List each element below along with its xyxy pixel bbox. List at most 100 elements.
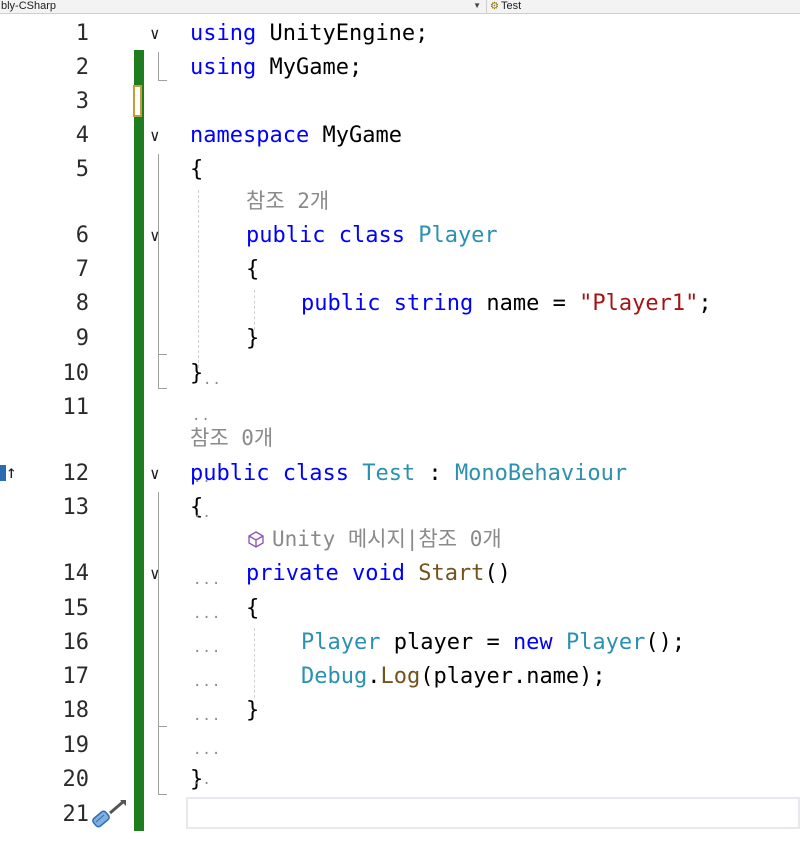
line-number: 14	[62, 561, 90, 586]
fold-guide	[158, 354, 167, 355]
code-text: ();	[645, 630, 686, 655]
code-line-8[interactable]: public string name = "Player1";	[301, 287, 712, 321]
line-number: 4	[75, 123, 89, 148]
code-text: MyGame;	[256, 55, 363, 80]
code-line-7[interactable]: {	[246, 253, 259, 287]
collapsed-ellipsis: ...	[193, 606, 222, 622]
keyword: namespace	[190, 123, 310, 148]
code-text: player =	[380, 630, 513, 655]
fold-chevron-icon[interactable]: ∨	[150, 457, 160, 491]
collapsed-ellipsis: ..	[193, 772, 212, 788]
override-marker-icon[interactable]: ↑	[0, 462, 17, 483]
keyword: public class	[190, 461, 349, 486]
indent-guide	[254, 628, 255, 698]
fold-guide	[158, 492, 159, 794]
unsaved-change-marker	[133, 85, 142, 117]
code-text: MyGame	[309, 123, 402, 148]
fold-chevron-icon[interactable]: ∨	[150, 119, 160, 153]
type-name: Test	[362, 461, 416, 486]
line-number: 6	[75, 223, 89, 248]
line-number: 1	[75, 21, 89, 46]
code-line-6[interactable]: public class Player	[246, 219, 498, 253]
line-number: 16	[62, 630, 90, 655]
code-line-9[interactable]: }	[246, 322, 259, 356]
collapsed-ellipsis: ..	[203, 372, 222, 388]
line-number: 12	[62, 461, 90, 486]
type-name: MonoBehaviour	[454, 461, 628, 486]
line-number: 19	[62, 733, 90, 758]
fold-guide	[158, 52, 159, 80]
project-dropdown[interactable]: bly-CSharp ▼	[0, 0, 484, 13]
code-text: .	[367, 664, 381, 689]
line-number: 13	[62, 495, 90, 520]
collapsed-ellipsis: ...	[193, 742, 222, 758]
keyword: using	[190, 21, 257, 46]
member-dropdown[interactable]: ⚙ Test	[490, 0, 521, 13]
codelens-references[interactable]: Unity 메시지|참조 0개	[272, 524, 502, 554]
member-dropdown-label: Test	[500, 0, 522, 12]
line-number: 17	[62, 664, 90, 689]
keyword: private void	[246, 561, 405, 586]
line-number: 20	[62, 767, 90, 792]
fold-guide	[158, 726, 167, 727]
dropdown-divider	[486, 0, 487, 13]
keyword: public string	[301, 291, 474, 316]
code-line-17[interactable]: Debug.Log(player.name);	[301, 660, 606, 694]
fold-guide	[158, 154, 159, 388]
fold-guide	[158, 80, 167, 81]
keyword: new	[512, 630, 553, 655]
indent-guide	[198, 190, 199, 368]
code-line-18[interactable]: }	[246, 694, 259, 728]
collapsed-ellipsis: ..	[192, 408, 211, 424]
code-line-2[interactable]: using MyGame;	[190, 51, 362, 85]
line-number: 15	[62, 596, 90, 621]
project-dropdown-label: bly-CSharp	[1, 0, 57, 12]
method-name: Start	[418, 561, 485, 586]
code-line-14[interactable]: private void Start()	[246, 557, 511, 591]
quick-actions-brush-icon[interactable]	[90, 798, 128, 832]
code-line-16[interactable]: Player player = new Player();	[301, 626, 685, 660]
type-name: Player	[565, 630, 646, 655]
unity-cube-icon	[248, 531, 264, 548]
code-line-12[interactable]: public class Test : MonoBehaviour	[190, 457, 627, 491]
code-line-5[interactable]: {	[190, 153, 203, 187]
keyword: public class	[246, 223, 405, 248]
line-number: 9	[75, 326, 89, 351]
collapsed-ellipsis: ...	[193, 708, 222, 724]
code-text: (player.name);	[420, 664, 606, 689]
fold-guide	[158, 794, 167, 795]
collapsed-ellipsis: ..	[193, 505, 212, 521]
class-icon: ⚙	[490, 1, 499, 12]
line-number: 7	[75, 257, 89, 282]
type-name: Player	[301, 630, 381, 655]
keyword: using	[190, 55, 257, 80]
collapsed-ellipsis: ..	[193, 470, 212, 486]
line-number: 5	[75, 157, 89, 182]
line-number: 8	[75, 291, 89, 316]
codelens-references[interactable]: 참조 0개	[190, 423, 273, 453]
change-tracking-bar	[134, 50, 144, 831]
code-line-10[interactable]: }	[190, 357, 203, 391]
collapsed-ellipsis: ...	[193, 674, 222, 690]
code-text: UnityEngine;	[256, 21, 429, 46]
codelens-references[interactable]: 참조 2개	[246, 186, 329, 216]
code-text: :	[415, 461, 455, 486]
type-name: Player	[418, 223, 498, 248]
current-line-highlight[interactable]	[186, 797, 800, 829]
fold-guide	[158, 388, 167, 389]
collapsed-ellipsis: ...	[193, 572, 222, 588]
code-line-4[interactable]: namespace MyGame	[190, 119, 402, 153]
line-number: 3	[75, 89, 89, 114]
type-name: Debug	[301, 664, 368, 689]
line-number: 11	[62, 395, 90, 420]
code-text: ()	[484, 561, 511, 586]
code-text: ;	[698, 291, 712, 316]
line-number: 2	[75, 55, 89, 80]
navigation-bar: bly-CSharp ▼ ⚙ Test	[0, 0, 800, 14]
fold-chevron-icon[interactable]: ∨	[150, 17, 160, 51]
line-number: 21	[62, 802, 90, 827]
code-line-1[interactable]: using UnityEngine;	[190, 17, 428, 51]
method-name: Log	[380, 664, 421, 689]
code-line-15[interactable]: {	[246, 592, 259, 626]
chevron-down-icon: ▼	[473, 1, 481, 10]
